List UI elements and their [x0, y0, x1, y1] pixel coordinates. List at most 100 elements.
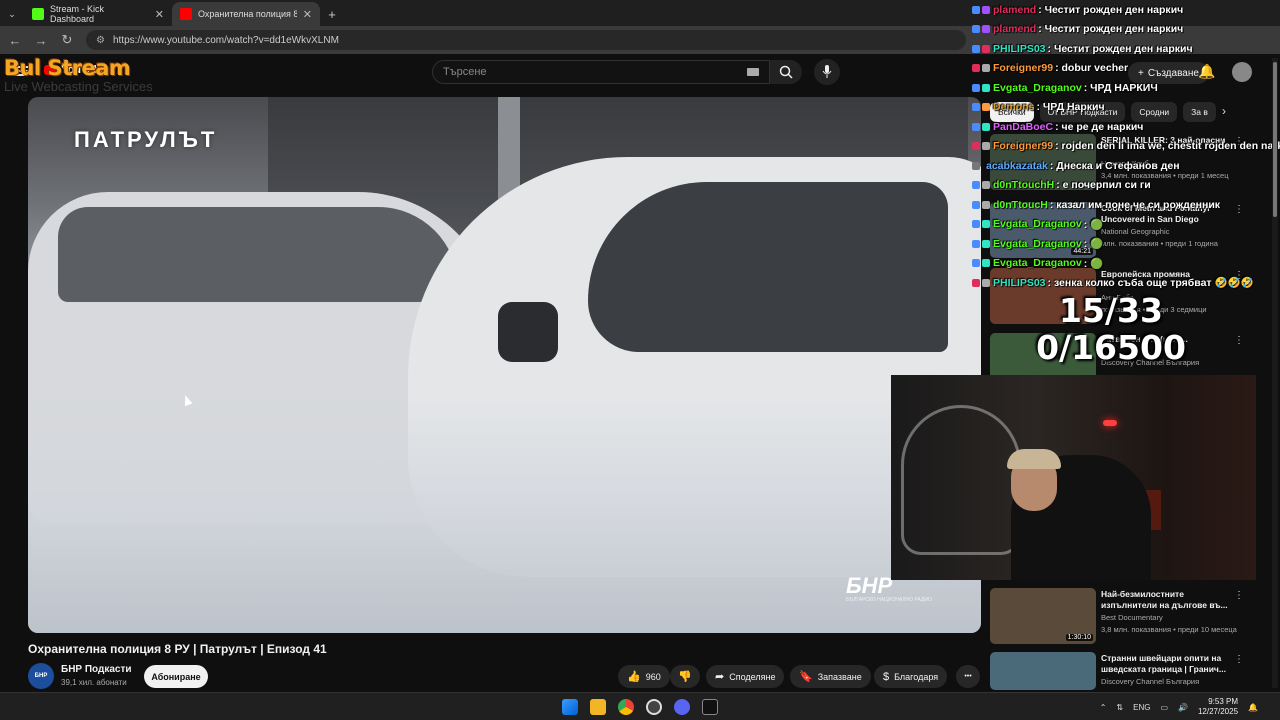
channel-subscriber-count: 39,1 хил. абонати — [61, 678, 127, 687]
forward-arrow-icon[interactable]: → — [34, 33, 48, 48]
search-input[interactable]: Търсене — [432, 60, 770, 84]
site-info-icon[interactable]: ⚙ — [96, 35, 105, 46]
badge-icon — [972, 83, 980, 92]
chat-username: plamend — [993, 3, 1037, 16]
search-placeholder: Търсене — [443, 66, 487, 78]
badge-icon — [982, 122, 990, 131]
badge-icon — [982, 103, 990, 112]
clock[interactable]: 9:53 PM 12/27/2025 — [1198, 697, 1238, 717]
windows-start-icon[interactable] — [562, 699, 578, 715]
chat-message: d0nTtoucH: казал им поне че си рожденник — [972, 195, 1280, 215]
badge-icon — [982, 25, 990, 34]
search-button[interactable] — [770, 60, 802, 84]
chat-message: PHILIPS03: Честит рожден ден наркич — [972, 39, 1280, 59]
reload-icon[interactable]: ↻ — [60, 32, 74, 48]
badge-icon — [982, 239, 990, 248]
badge-icon — [972, 5, 980, 14]
recommendation-thumbnail[interactable]: 1:30:10 — [990, 588, 1096, 644]
tab-youtube-video[interactable]: Охранителна полиция 8 РУ | П ✕ — [172, 2, 320, 26]
language-indicator[interactable]: ENG — [1133, 703, 1150, 712]
chat-username: Evgata_Draganov — [993, 237, 1082, 250]
badge-icon — [982, 83, 990, 92]
chat-text: : Днеска и Стефанов ден — [1049, 159, 1180, 172]
chat-message: Foreigner99: dobur vecher — [972, 59, 1280, 79]
volume-icon[interactable]: 🔊 — [1178, 703, 1188, 712]
badge-icon — [972, 220, 980, 229]
share-button[interactable]: ➦ Споделяне — [706, 665, 785, 688]
tab-kick-dashboard[interactable]: Stream - Kick Dashboard ✕ — [24, 2, 172, 26]
terminal-icon[interactable] — [702, 699, 718, 715]
more-vert-icon[interactable]: ⋮ — [1234, 654, 1244, 665]
goal-target: 0/16500 — [1036, 328, 1186, 367]
recommendation-title[interactable]: Най-безмилостните изпълнители на дългове… — [1101, 589, 1231, 611]
thanks-icon: $ — [883, 670, 890, 683]
save-button[interactable]: 🔖 Запазване — [790, 665, 871, 688]
chat-username: Foreigner99 — [993, 140, 1054, 153]
chat-overlay: plamend: Честит рожден ден наркич plamen… — [972, 0, 1280, 289]
dislike-button[interactable]: 👎 — [670, 665, 700, 688]
video-player[interactable]: ПАТРУЛЪТ БНР БЪЛГАРСКО НАЦИОНАЛНО РАДИО — [28, 97, 981, 633]
save-label: Запазване — [817, 671, 862, 682]
chat-username: d0nTtoucH — [993, 198, 1048, 211]
monitor-icon[interactable]: ▭ — [1160, 703, 1168, 712]
chat-text: : е почерпил си ги — [1056, 179, 1151, 192]
badge-icon — [972, 142, 980, 151]
chat-username: Evgata_Draganov — [993, 257, 1082, 270]
badge-icon — [982, 181, 990, 190]
badge-icon — [972, 122, 980, 131]
badge-icon — [982, 142, 990, 151]
chat-text: : че ре де наркич — [1055, 120, 1144, 133]
thanks-button[interactable]: $ Благодаря — [874, 665, 948, 688]
channel-name[interactable]: БНР Подкасти — [61, 664, 132, 675]
scrollbar-thumb[interactable] — [1273, 62, 1277, 217]
chrome-icon[interactable] — [618, 699, 634, 715]
bnr-subtitle: БЪЛГАРСКО НАЦИОНАЛНО РАДИО — [846, 597, 932, 603]
notification-icon[interactable]: 🔔 — [1248, 703, 1258, 712]
video-scene-mirror — [498, 302, 558, 362]
chat-text: : 🟢 — [1083, 238, 1104, 251]
obs-icon[interactable] — [646, 699, 662, 715]
chat-message: plamend: Честит рожден ден наркич — [972, 20, 1280, 40]
more-actions-button[interactable]: ••• — [956, 665, 980, 688]
tab-search-icon[interactable]: ⌄ — [0, 2, 24, 26]
more-vert-icon[interactable]: ⋮ — [1234, 335, 1244, 346]
voice-search-button[interactable] — [814, 59, 840, 85]
chat-text: : казал им поне че си рожденник — [1049, 198, 1221, 211]
recommendation-channel: Best Documentary — [1101, 613, 1163, 622]
channel-avatar[interactable]: БНР — [28, 663, 54, 689]
kick-favicon-icon — [32, 8, 44, 20]
url-field[interactable]: ⚙ https://www.youtube.com/watch?v=dd1eWk… — [86, 30, 966, 50]
recommendation-title[interactable]: Странни швейцари опити на шведската гран… — [1101, 653, 1231, 675]
badge-icon — [982, 44, 990, 53]
clock-time: 9:53 PM — [1208, 697, 1239, 706]
chat-username: PHILIPS03 — [993, 276, 1046, 289]
file-explorer-icon[interactable] — [590, 699, 606, 715]
chat-text: : rojden den li ima we, chestit rojden d… — [1055, 140, 1280, 153]
recommendation-thumbnail[interactable] — [990, 652, 1096, 690]
like-button[interactable]: 👍 960 — [618, 665, 670, 688]
tab-title: Охранителна полиция 8 РУ | П — [198, 9, 297, 19]
discord-icon[interactable] — [674, 699, 690, 715]
microphone-icon — [822, 65, 832, 78]
recommendation-item[interactable]: 1:30:10 Най-безмилостните изпълнители на… — [990, 588, 1250, 644]
subscribe-button[interactable]: Абониране — [144, 665, 208, 688]
chat-username: d0nTtouchH — [993, 179, 1055, 192]
tab-close-icon[interactable]: ✕ — [303, 8, 312, 21]
badge-icon — [972, 181, 980, 190]
url-text: https://www.youtube.com/watch?v=dd1eWkvX… — [112, 34, 339, 46]
recommendation-meta: 3,8 млн. показвания • преди 10 месеца — [1101, 625, 1237, 634]
network-icon[interactable]: ⇅ — [1116, 703, 1123, 712]
keyboard-icon[interactable] — [747, 68, 759, 76]
more-vert-icon[interactable]: ⋮ — [1234, 590, 1244, 601]
chat-message: Demons: ЧРД Наркич — [972, 98, 1280, 118]
chat-text: : Честит рожден ден наркич — [1038, 3, 1184, 16]
bookmark-icon: 🔖 — [799, 671, 813, 683]
video-title: Охранителна полиция 8 РУ | Патрулът | Еп… — [28, 642, 327, 656]
badge-icon — [982, 278, 990, 287]
tab-close-icon[interactable]: ✕ — [155, 8, 164, 21]
back-arrow-icon[interactable]: ← — [8, 33, 22, 48]
new-tab-button[interactable]: + — [320, 2, 344, 26]
chevron-up-icon[interactable]: ⌃ — [1100, 703, 1107, 712]
like-count: 960 — [645, 671, 661, 682]
tab-title: Stream - Kick Dashboard — [50, 4, 105, 24]
